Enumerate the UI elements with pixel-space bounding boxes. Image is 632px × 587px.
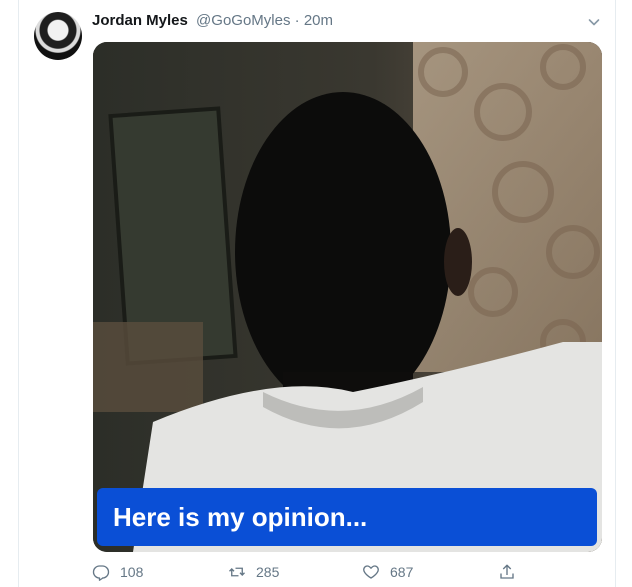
like-count: 687 (390, 564, 414, 580)
retweet-count: 285 (256, 564, 280, 580)
heart-icon (363, 565, 379, 579)
timestamp[interactable]: 20m (304, 12, 333, 29)
tweet-actions: 108 285 687 (92, 561, 612, 583)
retweet-icon (229, 567, 245, 577)
avatar[interactable] (34, 12, 82, 60)
chevron-down-icon[interactable] (586, 14, 602, 30)
share-button[interactable] (498, 561, 526, 583)
retweet-button[interactable]: 285 (228, 561, 279, 583)
video-media[interactable]: Here is my opinion... (93, 42, 602, 552)
separator-dot: · (294, 12, 300, 29)
author-handle[interactable]: @GoGoMyles (196, 12, 290, 29)
video-frame (93, 42, 602, 552)
tweet-header: Jordan Myles @GoGoMyles · 20m (92, 11, 333, 31)
like-button[interactable]: 687 (362, 561, 413, 583)
video-caption: Here is my opinion... (97, 488, 597, 546)
reply-icon (92, 565, 110, 581)
author-name[interactable]: Jordan Myles (92, 12, 188, 29)
reply-button[interactable]: 108 (92, 561, 143, 583)
reply-count: 108 (120, 564, 144, 580)
share-icon (500, 564, 514, 579)
